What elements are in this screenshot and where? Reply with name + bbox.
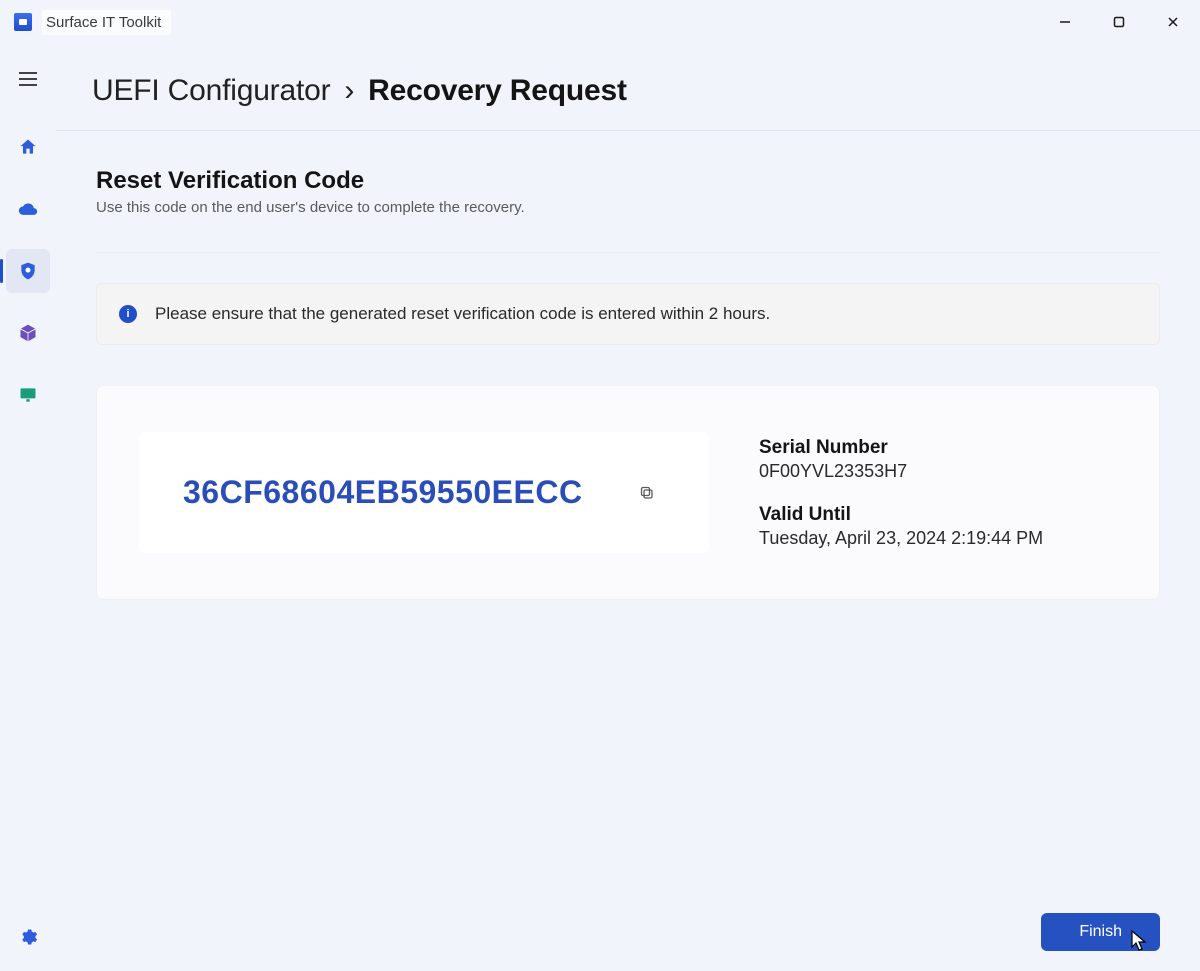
breadcrumb-root[interactable]: UEFI Configurator [92,74,330,108]
menu-toggle[interactable] [13,66,43,97]
breadcrumb: UEFI Configurator › Recovery Request [56,44,1200,130]
app-title: Surface IT Toolkit [42,10,171,35]
app-body: UEFI Configurator › Recovery Request Res… [0,44,1200,971]
nav-tools[interactable] [6,311,50,355]
app-icon [14,13,32,31]
copy-icon [639,485,655,501]
divider [96,252,1160,253]
code-meta: Serial Number 0F00YVL23353H7 Valid Until… [759,437,1043,549]
info-text: Please ensure that the generated reset v… [155,304,770,324]
section-subtitle: Use this code on the end user's device t… [96,199,1160,216]
nav-home[interactable] [6,125,50,169]
copy-button[interactable] [633,479,661,507]
box-icon [18,323,38,343]
serial-value: 0F00YVL23353H7 [759,461,1043,482]
verification-code: 36CF68604EB59550EECC [183,474,583,511]
window-controls [1038,0,1200,44]
shield-icon [18,261,38,281]
cloud-icon [18,199,38,219]
nav-recovery[interactable] [6,187,50,231]
titlebar: Surface IT Toolkit [0,0,1200,44]
valid-value: Tuesday, April 23, 2024 2:19:44 PM [759,528,1043,549]
maximize-button[interactable] [1092,0,1146,44]
close-button[interactable] [1146,0,1200,44]
info-banner: i Please ensure that the generated reset… [96,283,1160,345]
content: Reset Verification Code Use this code on… [56,130,1200,971]
gear-icon [18,927,38,947]
display-icon [18,385,38,405]
finish-button[interactable]: Finish [1041,913,1160,951]
code-block: 36CF68604EB59550EECC [139,432,709,553]
minimize-button[interactable] [1038,0,1092,44]
serial-label: Serial Number [759,437,1043,459]
breadcrumb-separator: › [344,74,354,108]
valid-label: Valid Until [759,504,1043,526]
code-card: 36CF68604EB59550EECC Serial Number 0F00Y… [96,385,1160,600]
serial-row: Serial Number 0F00YVL23353H7 [759,437,1043,482]
info-icon: i [119,305,137,323]
home-icon [18,137,38,157]
section-title: Reset Verification Code [96,167,1160,195]
valid-row: Valid Until Tuesday, April 23, 2024 2:19… [759,504,1043,549]
main: UEFI Configurator › Recovery Request Res… [56,44,1200,971]
titlebar-left: Surface IT Toolkit [14,10,171,35]
nav-settings[interactable] [6,915,50,959]
nav-diagnostics[interactable] [6,373,50,417]
nav-uefi[interactable] [6,249,50,293]
breadcrumb-current: Recovery Request [368,74,627,108]
sidebar [0,44,56,971]
